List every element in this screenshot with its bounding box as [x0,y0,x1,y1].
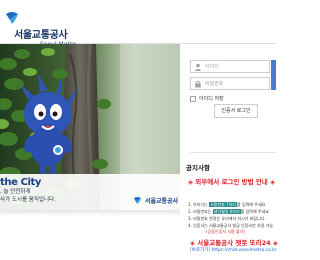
login-button[interactable] [271,60,276,90]
password-field[interactable] [190,77,270,90]
notice-item-2-tail: 를 입력해 주세요 [240,209,269,214]
id-input[interactable] [205,61,269,72]
notice-item-1-highlight: 사원번호 7자리 [209,202,237,207]
page-root: 서울교통공사 Seoul Metro [0,0,278,260]
notice-item-1: 1. 아이디는 사원번호 7자리를 입력해 주세요 [188,202,265,208]
keep-id-checkbox[interactable] [190,96,196,102]
password-input[interactable] [205,78,269,89]
notice-item-4-note: (공동인증서 사용 불가) [206,229,245,234]
notice-item-2: 2. 비밀번호는 생년월일 6자리를 입력해 주세요 [188,209,269,215]
notice-headline: ◈ 외부에서 로그인 방법 안내 ◈ [188,178,276,186]
keep-id-label: 아이디 저장 [199,96,224,102]
login-panel: 아이디 저장 인증서 로그인 공지사항 ◈ 외부에서 로그인 방법 안내 ◈ 1… [180,44,278,260]
lock-icon [195,80,201,88]
seoul-metro-small-emblem-icon [134,197,141,204]
notice-item-2-prefix: 2. 비밀번호는 [188,209,213,214]
hero-footer-logo: 서울교통공사 [133,196,179,206]
header: 서울교통공사 Seoul Metro [0,0,276,48]
certificate-login-button[interactable]: 인증서 로그인 [214,104,258,118]
notice-item-3-prefix: 3. 비밀번호 변경은 유리 [188,216,229,221]
notice-item-3-tail: 에서 하시기 바랍니다 [228,216,265,221]
notice-item-2-highlight: 생년월일 6자리 [212,209,241,214]
section-divider [190,152,276,153]
notice-item-1-tail: 를 입력해 주세요 [237,202,266,207]
hero-footer-logo-text: 서울교통공사 [145,198,179,205]
id-field[interactable] [190,60,270,73]
seoul-metro-logo[interactable]: 서울교통공사 Seoul Metro [4,10,154,48]
chatbot-title: ◈ 서울교통공사 챗봇 또리24 ◈ [190,239,278,247]
logo-title: 서울교통공사 [14,30,68,41]
notice-item-1-prefix: 1. 아이디는 [188,202,210,207]
notice-title: 공지사항 [186,164,210,172]
notice-item-3: 3. 비밀번호 변경은 유리에서 하시기 바랍니다 [188,216,264,222]
hero-slogan-line2: 사가 도시를 움직입니다. [0,197,56,203]
hero-slogan-line1: , 늘 안전하게 [0,189,31,195]
user-icon [194,63,202,71]
chatbot-link[interactable]: [바로가기] https://chat.seoulmetro.co.kr [190,247,277,253]
